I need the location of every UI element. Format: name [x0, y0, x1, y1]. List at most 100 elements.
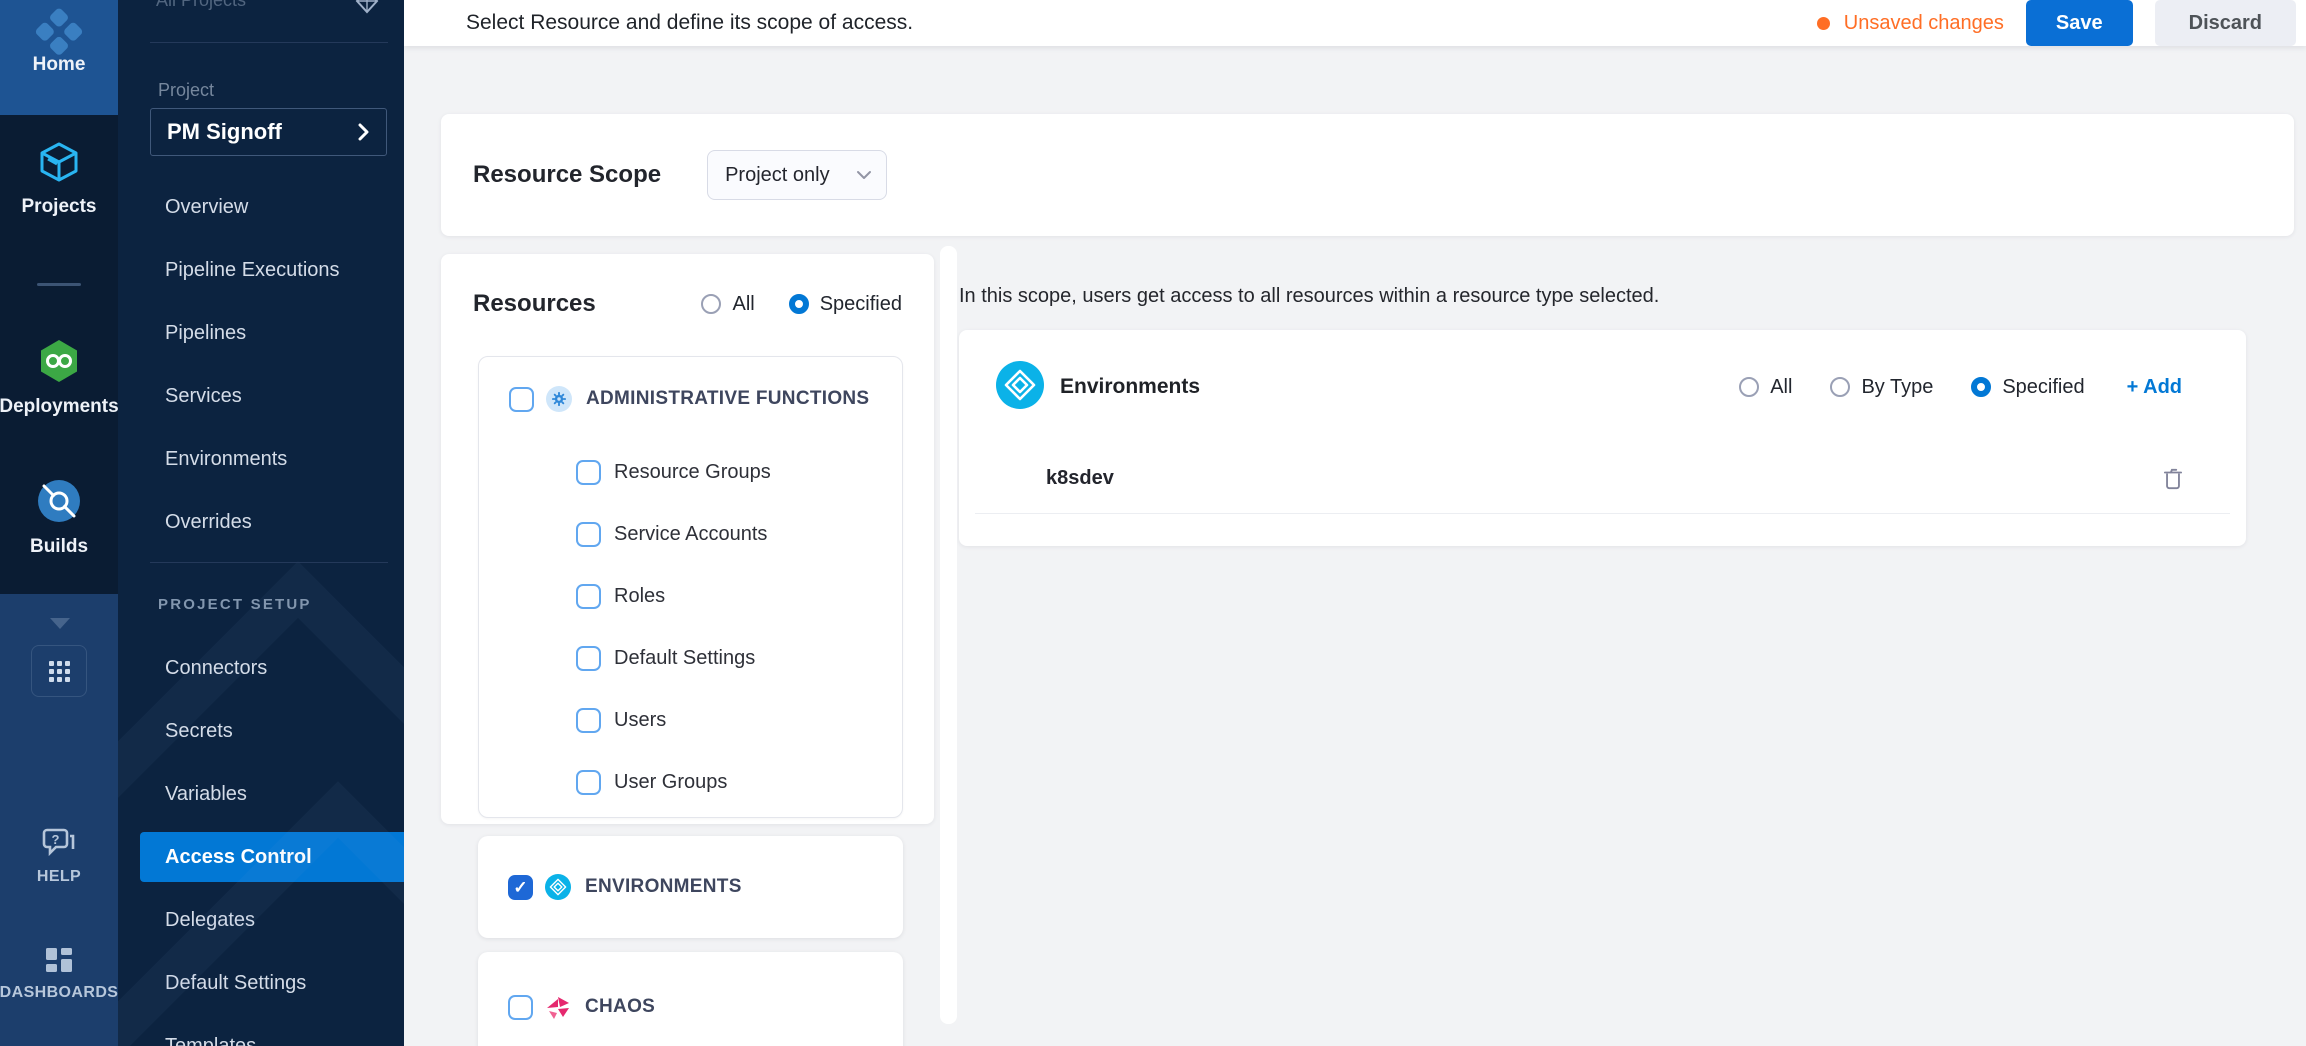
save-button[interactable]: Save	[2026, 0, 2133, 46]
sidebar-item-access-control[interactable]: Access Control	[140, 832, 404, 882]
rail-item-home[interactable]: Home	[0, 0, 118, 115]
diamond-icon[interactable]	[354, 0, 380, 19]
resource-scope-select[interactable]: Project only	[707, 150, 887, 200]
rail-item-builds[interactable]: Builds	[0, 478, 118, 558]
help-chat-icon: ?	[42, 826, 76, 860]
cube-icon	[37, 140, 81, 184]
page-title: Select Resource and define its scope of …	[466, 11, 913, 35]
module-picker-button[interactable]	[31, 645, 87, 697]
rail-item-projects[interactable]: Projects	[0, 140, 118, 218]
radio-icon	[789, 294, 809, 314]
trash-icon	[2160, 466, 2186, 492]
rail-item-label: Deployments	[0, 396, 119, 418]
chaos-group: CHAOS	[478, 952, 903, 1046]
sidebar-item-overview[interactable]: Overview	[118, 176, 404, 239]
sidebar-item-delegates[interactable]: Delegates	[118, 889, 404, 952]
rail-item-help[interactable]: ? HELP	[0, 826, 118, 886]
sidebar-item-templates[interactable]: Templates	[118, 1015, 404, 1046]
resource-types-column: Resources All Specified	[441, 254, 938, 1046]
environments-circle-icon	[996, 361, 1044, 414]
radio-all[interactable]: All	[701, 293, 754, 316]
admin-gear-icon	[546, 386, 572, 412]
radio-label: All	[1770, 376, 1792, 399]
sidebar-item-variables[interactable]: Variables	[118, 763, 404, 826]
unsaved-dot-icon	[1817, 17, 1830, 30]
builds-icon	[36, 478, 82, 524]
all-projects-label[interactable]: All Projects	[156, 0, 246, 11]
radio-icon	[1739, 377, 1759, 397]
resource-scope-card: Resource Scope Project only	[441, 114, 2294, 236]
resources-scrollbar[interactable]	[940, 246, 957, 1024]
sidebar-nav: Overview Pipeline Executions Pipelines S…	[118, 176, 404, 554]
administrative-functions-checkbox[interactable]	[509, 387, 534, 412]
resource-type-row: Default Settings	[479, 627, 902, 689]
rail-item-deployments[interactable]: Deployments	[0, 338, 118, 418]
svg-text:?: ?	[52, 832, 60, 847]
user-groups-checkbox[interactable]	[576, 770, 601, 795]
environments-card-title: Environments	[1060, 375, 1200, 399]
environments-group: ENVIRONMENTS	[478, 836, 903, 938]
rail-item-dashboards[interactable]: DASHBOARDS	[0, 946, 118, 1002]
environment-item-name: k8sdev	[1046, 467, 1114, 490]
delete-environment-button[interactable]	[2160, 466, 2186, 492]
resource-type-label: Service Accounts	[614, 523, 767, 546]
sidebar-item-connectors[interactable]: Connectors	[118, 637, 404, 700]
radio-env-all[interactable]: All	[1739, 376, 1792, 399]
rail-collapse-chevron-icon[interactable]	[50, 618, 70, 629]
project-name: PM Signoff	[167, 119, 356, 145]
rail-divider	[37, 283, 81, 286]
resource-type-label: Roles	[614, 585, 665, 608]
resource-groups-checkbox[interactable]	[576, 460, 601, 485]
resource-type-label: Users	[614, 709, 666, 732]
chaos-checkbox[interactable]	[508, 995, 533, 1020]
environments-card-header: Environments All By Type	[959, 330, 2246, 444]
radio-specified[interactable]: Specified	[789, 293, 902, 316]
roles-checkbox[interactable]	[576, 584, 601, 609]
environments-radio-group: All By Type Specified	[1739, 376, 2084, 399]
group-label: CHAOS	[585, 996, 655, 1018]
content-area: Resource Scope Project only Resources	[404, 46, 2306, 1046]
sidebar-divider	[150, 42, 388, 43]
users-checkbox[interactable]	[576, 708, 601, 733]
group-label: ADMINISTRATIVE FUNCTIONS	[586, 388, 869, 410]
sidebar-item-overrides[interactable]: Overrides	[118, 491, 404, 554]
resource-type-row: Roles	[479, 565, 902, 627]
scope-description: In this scope, users get access to all r…	[959, 285, 2246, 308]
chaos-icon	[545, 994, 571, 1020]
module-rail: Home Projects Deployments Builds ? HELP …	[0, 0, 118, 1046]
sidebar-item-pipeline-executions[interactable]: Pipeline Executions	[118, 239, 404, 302]
resource-type-label: User Groups	[614, 771, 727, 794]
project-selector[interactable]: PM Signoff	[150, 108, 387, 156]
radio-label: All	[732, 293, 754, 316]
resource-type-label: Default Settings	[614, 647, 755, 670]
rail-item-label: Builds	[30, 536, 88, 558]
environments-icon	[545, 874, 571, 900]
dashboards-icon	[44, 946, 74, 976]
project-setup-heading: PROJECT SETUP	[158, 596, 312, 613]
sidebar-item-secrets[interactable]: Secrets	[118, 700, 404, 763]
resource-type-row: User Groups	[479, 751, 902, 813]
administrative-functions-group: ADMINISTRATIVE FUNCTIONS Resource Groups…	[478, 356, 903, 818]
resources-panel: Resources All Specified	[441, 254, 934, 824]
app-root: Home Projects Deployments Builds ? HELP …	[0, 0, 2306, 1046]
sidebar-item-services[interactable]: Services	[118, 365, 404, 428]
resource-type-row: Users	[479, 689, 902, 751]
radio-env-by-type[interactable]: By Type	[1830, 376, 1933, 399]
environments-checkbox[interactable]	[508, 875, 533, 900]
service-accounts-checkbox[interactable]	[576, 522, 601, 547]
page-header: Select Resource and define its scope of …	[404, 0, 2306, 46]
group-label: ENVIRONMENTS	[585, 876, 742, 898]
radio-icon	[701, 294, 721, 314]
unsaved-changes-label: Unsaved changes	[1844, 12, 2004, 35]
chevron-right-icon	[356, 122, 372, 142]
rail-item-label: DASHBOARDS	[0, 984, 118, 1002]
sidebar-item-default-settings[interactable]: Default Settings	[118, 952, 404, 1015]
discard-button[interactable]: Discard	[2155, 0, 2296, 46]
grid-icon	[49, 661, 70, 682]
group-header-row: ADMINISTRATIVE FUNCTIONS	[479, 357, 902, 441]
sidebar-item-pipelines[interactable]: Pipelines	[118, 302, 404, 365]
add-environment-button[interactable]: + Add	[2127, 376, 2182, 399]
radio-env-specified[interactable]: Specified	[1971, 376, 2084, 399]
default-settings-checkbox[interactable]	[576, 646, 601, 671]
sidebar-item-environments[interactable]: Environments	[118, 428, 404, 491]
